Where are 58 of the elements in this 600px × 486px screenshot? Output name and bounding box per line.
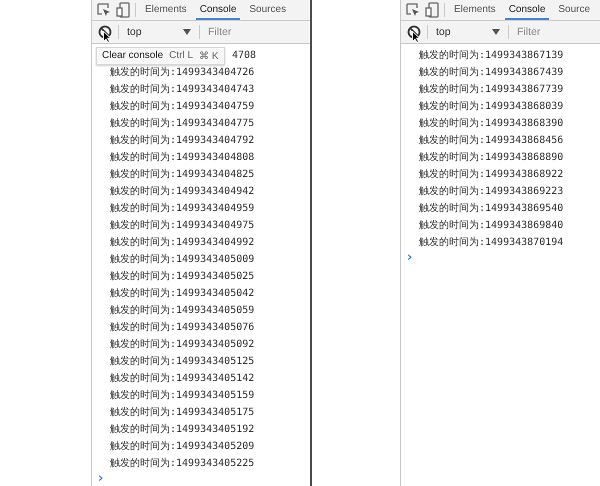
panel-tab[interactable]: Elements [141,0,191,20]
dropdown-caret-icon [183,29,191,35]
log-message: 触发的时间为:1499343404992 [110,236,256,250]
log-message: 触发的时间为:1499343405192 [110,422,256,437]
log-message: 触发的时间为:1499343867739 [419,82,564,97]
filter-field[interactable]: Filter [515,26,599,38]
log-message: 触发的时间为:1499343869540 [419,202,564,216]
log-message: 触发的时间为:1499343870194 [419,236,564,250]
log-message: 触发的时间为:1499343868390 [419,116,564,131]
log-message: 触发的时间为:1499343869223 [419,184,564,199]
context-select[interactable]: top [125,26,193,38]
shortcut-text: ⌘ K [199,50,219,62]
inspect-icon[interactable] [97,3,111,17]
panel-tab[interactable]: Source [554,0,594,20]
tooltip-label: Clear console [102,50,164,62]
log-message: 触发的时间为:1499343404808 [110,150,256,165]
log-message: 触发的时间为:1499343404743 [110,82,256,97]
clear-console-icon[interactable] [98,25,112,39]
clear-console-icon[interactable] [407,25,421,39]
panel-tab[interactable]: Elements [450,0,500,20]
shortcut-text: Ctrl L [169,50,194,62]
log-message: 触发的时间为:1499343405209 [110,440,256,454]
log-message: 触发的时间为:1499343405142 [110,372,256,386]
log-message: 4708 [232,49,256,63]
log-message: 触发的时间为:1499343867439 [419,66,564,80]
log-message: 触发的时间为:1499343405076 [110,320,256,335]
panel-tab[interactable]: Sources [245,0,290,20]
log-message: 触发的时间为:1499343868039 [419,100,564,114]
device-icon[interactable] [425,2,439,18]
log-message: 触发的时间为:1499343868922 [419,168,564,182]
prompt-chevron: › [98,472,104,486]
prompt-chevron: › [407,251,414,265]
log-message: 触发的时间为:1499343404759 [110,100,256,114]
context-select[interactable]: top [434,26,502,38]
log-message: 触发的时间为:1499343405025 [110,270,256,284]
log-message: 触发的时间为:1499343405159 [110,388,256,403]
log-message: 触发的时间为:1499343404825 [110,168,256,182]
log-message: 触发的时间为:1499343404975 [110,218,256,233]
log-message: 触发的时间为:1499343869840 [419,218,564,233]
device-icon[interactable] [116,2,130,18]
log-message: 触发的时间为:1499343404792 [110,134,256,148]
log-message: 触发的时间为:1499343404726 [110,66,256,80]
log-message: 触发的时间为:1499343405175 [110,406,256,420]
log-message: 触发的时间为:1499343868456 [419,134,564,148]
filter-field[interactable]: Filter [206,26,290,38]
log-message: 触发的时间为:1499343868890 [419,150,564,165]
log-message: 触发的时间为:1499343405225 [110,456,256,471]
log-message: 触发的时间为:1499343405092 [110,338,256,352]
inspect-icon[interactable] [406,3,420,17]
log-message: 触发的时间为:1499343405042 [110,286,256,301]
log-message: 触发的时间为:1499343405009 [110,252,256,267]
log-message: 触发的时间为:1499343405059 [110,304,256,318]
log-message: 触发的时间为:1499343867139 [419,48,564,63]
dropdown-caret-icon [492,29,500,35]
log-message: 触发的时间为:1499343405125 [110,354,256,369]
log-message: 触发的时间为:1499343404959 [110,202,256,216]
log-message: 触发的时间为:1499343404775 [110,116,256,131]
log-message: 触发的时间为:1499343404942 [110,184,256,199]
